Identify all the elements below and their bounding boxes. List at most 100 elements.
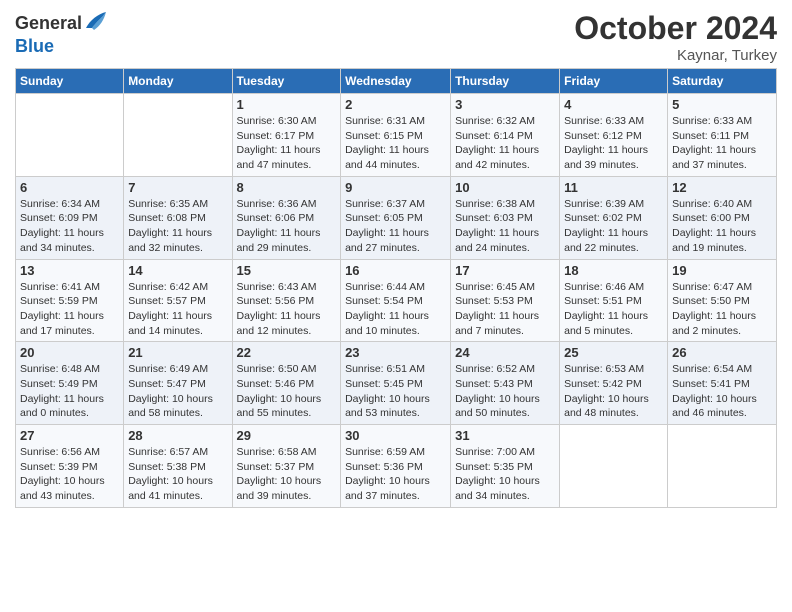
day-content-line: Sunset: 5:36 PM bbox=[345, 461, 423, 473]
weekday-header-thursday: Thursday bbox=[451, 69, 560, 94]
day-content-line: Daylight: 11 hours and 29 minutes. bbox=[237, 227, 321, 254]
day-content-line: Sunrise: 6:49 AM bbox=[128, 363, 208, 375]
day-content-line: Daylight: 10 hours and 34 minutes. bbox=[455, 475, 540, 502]
day-content: Sunrise: 6:56 AMSunset: 5:39 PMDaylight:… bbox=[20, 445, 119, 504]
page-container: General Blue October 2024 Kaynar, Turkey… bbox=[0, 0, 792, 518]
day-content-line: Sunset: 6:00 PM bbox=[672, 212, 750, 224]
day-number: 19 bbox=[672, 263, 772, 278]
day-content: Sunrise: 6:58 AM Sunset: 5:37 PM Daylight:… bbox=[237, 445, 337, 504]
day-content-line: Sunrise: 6:58 AM bbox=[237, 446, 317, 458]
day-content-line: Sunrise: 6:39 AM bbox=[564, 198, 644, 210]
day-number: 24 bbox=[455, 345, 555, 360]
day-content-line: Sunset: 5:54 PM bbox=[345, 295, 423, 307]
day-content-line: Daylight: 10 hours and 43 minutes. bbox=[20, 475, 105, 502]
day-content-line: Sunrise: 6:57 AM bbox=[128, 446, 208, 458]
day-content: Sunrise: 6:59 AMSunset: 5:36 PMDaylight:… bbox=[345, 445, 446, 504]
calendar-cell: 8Sunrise: 6:36 AMSunset: 6:06 PMDaylight… bbox=[232, 176, 341, 259]
calendar-cell: 1Sunrise: 6:30 AMSunset: 6:17 PMDaylight… bbox=[232, 94, 341, 177]
calendar-cell: 25Sunrise: 6:53 AMSunset: 5:42 PMDayligh… bbox=[560, 342, 668, 425]
day-number: 23 bbox=[345, 345, 446, 360]
day-content-line: Sunset: 5:59 PM bbox=[20, 295, 98, 307]
day-content-line: Sunrise: 6:38 AM bbox=[455, 198, 535, 210]
day-content-line: Daylight: 11 hours and 27 minutes. bbox=[345, 227, 429, 254]
calendar-cell: 28Sunrise: 6:57 AMSunset: 5:38 PMDayligh… bbox=[124, 425, 232, 508]
calendar-cell bbox=[560, 425, 668, 508]
day-number: 31 bbox=[455, 428, 555, 443]
day-content-line: Daylight: 10 hours and 55 minutes. bbox=[237, 393, 322, 420]
day-content-line: Sunset: 5:53 PM bbox=[455, 295, 533, 307]
day-content: Sunrise: 6:54 AMSunset: 5:41 PMDaylight:… bbox=[672, 362, 772, 421]
day-content-line: Sunset: 6:03 PM bbox=[455, 212, 533, 224]
day-content-line: Daylight: 11 hours and 2 minutes. bbox=[672, 310, 756, 337]
day-number: 16 bbox=[345, 263, 446, 278]
day-content-line: Sunset: 5:45 PM bbox=[345, 378, 423, 390]
day-number: 28 bbox=[128, 428, 227, 443]
day-content-line: Sunrise: 6:30 AM bbox=[237, 115, 317, 127]
day-content-line: Sunset: 5:46 PM bbox=[237, 378, 315, 390]
calendar-cell: 6Sunrise: 6:34 AMSunset: 6:09 PMDaylight… bbox=[16, 176, 124, 259]
calendar-cell: 13Sunrise: 6:41 AMSunset: 5:59 PMDayligh… bbox=[16, 259, 124, 342]
calendar-cell: 23Sunrise: 6:51 AMSunset: 5:45 PMDayligh… bbox=[341, 342, 451, 425]
day-content-line: Daylight: 11 hours and 47 minutes. bbox=[237, 144, 321, 171]
calendar-week-row: 6Sunrise: 6:34 AMSunset: 6:09 PMDaylight… bbox=[16, 176, 777, 259]
day-content: Sunrise: 6:33 AMSunset: 6:11 PMDaylight:… bbox=[672, 114, 772, 173]
day-content-line: Sunrise: 7:00 AM bbox=[455, 446, 535, 458]
day-content-line: Sunset: 5:37 PM bbox=[237, 461, 315, 473]
day-number: 11 bbox=[564, 180, 663, 195]
day-content-line: Sunrise: 6:52 AM bbox=[455, 363, 535, 375]
weekday-header-monday: Monday bbox=[124, 69, 232, 94]
day-content-line: Sunset: 6:15 PM bbox=[345, 130, 423, 142]
day-content: Sunrise: 6:42 AMSunset: 5:57 PMDaylight:… bbox=[128, 280, 227, 339]
day-content: Sunrise: 6:36 AMSunset: 6:06 PMDaylight:… bbox=[237, 197, 337, 256]
day-content-line: Sunset: 5:57 PM bbox=[128, 295, 206, 307]
calendar-cell: 2Sunrise: 6:31 AMSunset: 6:15 PMDaylight… bbox=[341, 94, 451, 177]
calendar-cell: 7Sunrise: 6:35 AMSunset: 6:08 PMDaylight… bbox=[124, 176, 232, 259]
calendar-week-row: 13Sunrise: 6:41 AMSunset: 5:59 PMDayligh… bbox=[16, 259, 777, 342]
day-number: 12 bbox=[672, 180, 772, 195]
day-content-line: Daylight: 10 hours and 39 minutes. bbox=[237, 475, 322, 502]
calendar-cell: 18Sunrise: 6:46 AMSunset: 5:51 PMDayligh… bbox=[560, 259, 668, 342]
calendar-cell: 24Sunrise: 6:52 AMSunset: 5:43 PMDayligh… bbox=[451, 342, 560, 425]
day-number: 21 bbox=[128, 345, 227, 360]
day-content-line: Sunrise: 6:31 AM bbox=[345, 115, 425, 127]
day-content-line: Sunrise: 6:32 AM bbox=[455, 115, 535, 127]
calendar-cell: 14Sunrise: 6:42 AMSunset: 5:57 PMDayligh… bbox=[124, 259, 232, 342]
day-content-line: Daylight: 10 hours and 50 minutes. bbox=[455, 393, 540, 420]
day-content-line: Sunset: 5:39 PM bbox=[20, 461, 98, 473]
calendar-cell: 5Sunrise: 6:33 AMSunset: 6:11 PMDaylight… bbox=[668, 94, 777, 177]
day-content-line: Sunset: 6:08 PM bbox=[128, 212, 206, 224]
calendar-cell: 20Sunrise: 6:48 AMSunset: 5:49 PMDayligh… bbox=[16, 342, 124, 425]
calendar-table: SundayMondayTuesdayWednesdayThursdayFrid… bbox=[15, 68, 777, 508]
calendar-cell: 22Sunrise: 6:50 AMSunset: 5:46 PMDayligh… bbox=[232, 342, 341, 425]
day-content-line: Daylight: 11 hours and 7 minutes. bbox=[455, 310, 539, 337]
day-content-line: Sunrise: 6:36 AM bbox=[237, 198, 317, 210]
day-content-line: Sunset: 6:02 PM bbox=[564, 212, 642, 224]
day-content: Sunrise: 7:00 AM Sunset: 5:35 PM Daylight:… bbox=[455, 445, 555, 504]
logo-general-text: General bbox=[15, 14, 82, 34]
calendar-cell: 4Sunrise: 6:33 AMSunset: 6:12 PMDaylight… bbox=[560, 94, 668, 177]
calendar-cell bbox=[16, 94, 124, 177]
weekday-header-row: SundayMondayTuesdayWednesdayThursdayFrid… bbox=[16, 69, 777, 94]
day-content-line: Daylight: 11 hours and 32 minutes. bbox=[128, 227, 212, 254]
day-content: Sunrise: 6:44 AMSunset: 5:54 PMDaylight:… bbox=[345, 280, 446, 339]
day-content-line: Sunset: 5:35 PM bbox=[455, 461, 533, 473]
day-content-line: Sunrise: 6:33 AM bbox=[672, 115, 752, 127]
day-content-line: Sunrise: 6:34 AM bbox=[20, 198, 100, 210]
day-content-line: Daylight: 11 hours and 34 minutes. bbox=[20, 227, 104, 254]
day-content-line: Daylight: 10 hours and 53 minutes. bbox=[345, 393, 430, 420]
day-content-line: Daylight: 11 hours and 24 minutes. bbox=[455, 227, 539, 254]
day-content-line: Sunrise: 6:41 AM bbox=[20, 281, 100, 293]
day-content-line: Sunrise: 6:45 AM bbox=[455, 281, 535, 293]
day-content-line: Daylight: 11 hours and 42 minutes. bbox=[455, 144, 539, 171]
day-number: 4 bbox=[564, 97, 663, 112]
logo-bird-icon bbox=[84, 10, 108, 37]
day-content-line: Daylight: 11 hours and 5 minutes. bbox=[564, 310, 648, 337]
day-content: Sunrise: 6:35 AMSunset: 6:08 PMDaylight:… bbox=[128, 197, 227, 256]
day-content-line: Sunrise: 6:46 AM bbox=[564, 281, 644, 293]
day-number: 20 bbox=[20, 345, 119, 360]
day-content-line: Daylight: 11 hours and 44 minutes. bbox=[345, 144, 429, 171]
day-content-line: Daylight: 11 hours and 0 minutes. bbox=[20, 393, 104, 420]
day-content-line: Sunset: 6:09 PM bbox=[20, 212, 98, 224]
day-content-line: Daylight: 11 hours and 14 minutes. bbox=[128, 310, 212, 337]
day-content-line: Sunset: 5:47 PM bbox=[128, 378, 206, 390]
